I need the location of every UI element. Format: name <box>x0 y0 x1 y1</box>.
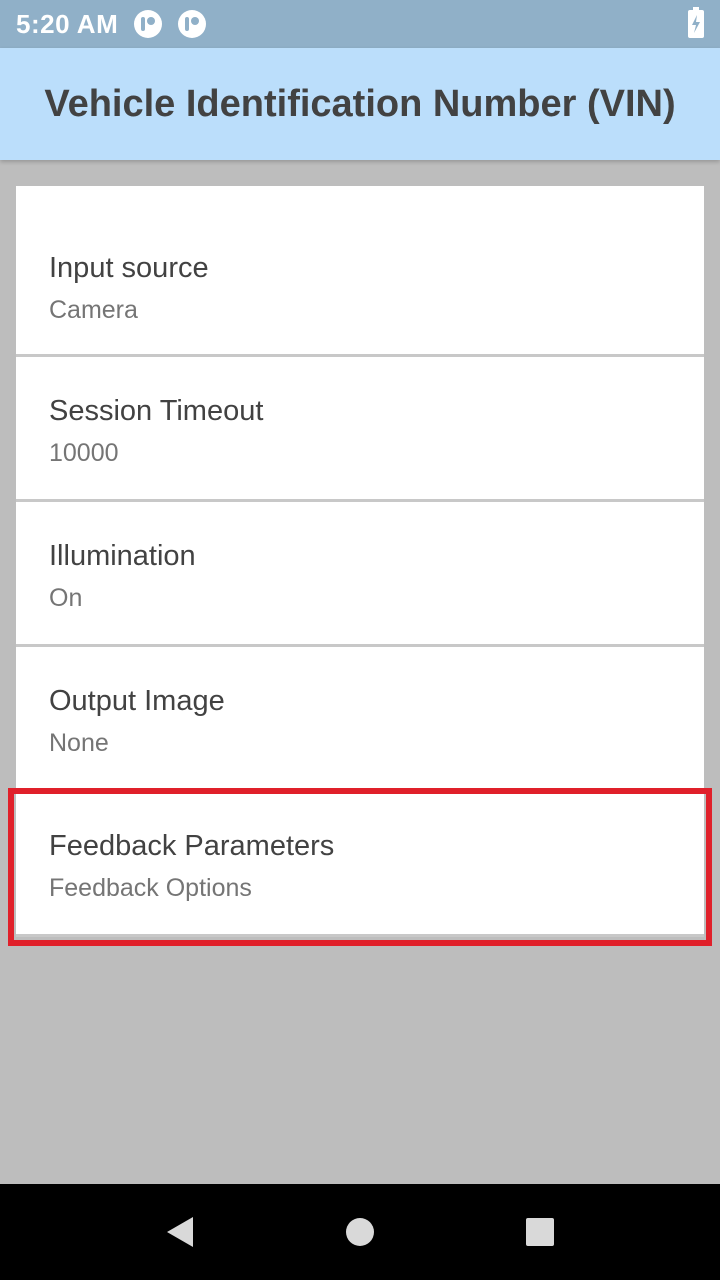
page-title: Vehicle Identification Number (VIN) <box>44 82 676 125</box>
setting-value: Camera <box>49 296 138 324</box>
setting-title: Output Image <box>49 685 225 717</box>
setting-feedback-parameters[interactable]: Feedback Parameters Feedback Options <box>16 792 704 937</box>
setting-value: 10000 <box>49 439 119 467</box>
status-bar: 5:20 AM <box>0 0 720 48</box>
app-bar: Vehicle Identification Number (VIN) <box>0 48 720 160</box>
setting-value: None <box>49 729 109 757</box>
status-time: 5:20 AM <box>16 8 119 39</box>
setting-value: Feedback Options <box>49 874 252 902</box>
setting-title: Feedback Parameters <box>49 830 335 862</box>
setting-value: On <box>49 584 83 612</box>
setting-output-image[interactable]: Output Image None <box>16 647 704 792</box>
battery-charging-icon <box>688 7 704 38</box>
recents-button[interactable] <box>500 1184 580 1280</box>
setting-title: Session Timeout <box>49 395 264 427</box>
navigation-bar <box>0 1184 720 1280</box>
setting-illumination[interactable]: Illumination On <box>16 502 704 647</box>
setting-input-source[interactable]: Input source Camera <box>16 186 704 357</box>
back-button[interactable] <box>140 1184 220 1280</box>
app-notification-icon <box>178 10 207 38</box>
settings-list: Input source Camera Session Timeout 1000… <box>16 186 704 937</box>
recents-icon <box>526 1218 554 1246</box>
back-icon <box>167 1217 193 1247</box>
setting-title: Input source <box>49 252 209 284</box>
app-notification-icon <box>134 10 163 38</box>
setting-title: Illumination <box>49 540 196 572</box>
home-icon <box>346 1218 374 1246</box>
setting-session-timeout[interactable]: Session Timeout 10000 <box>16 357 704 502</box>
home-button[interactable] <box>320 1184 400 1280</box>
